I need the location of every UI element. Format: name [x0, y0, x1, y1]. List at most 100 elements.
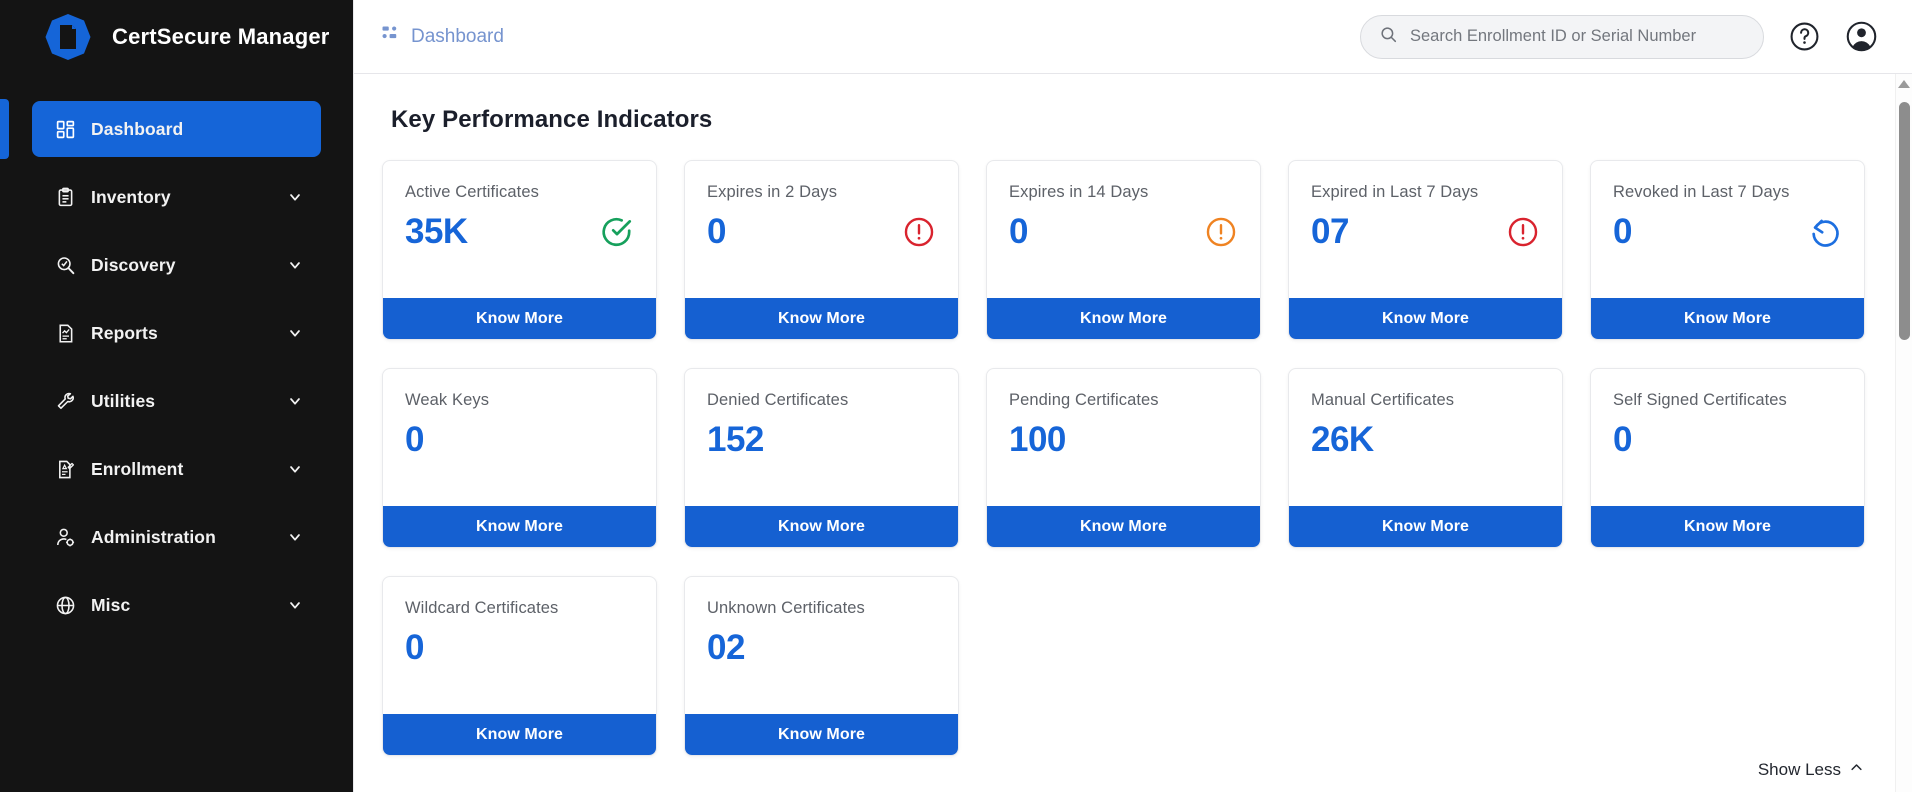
scroll-up-arrow-icon[interactable]: [1898, 80, 1910, 88]
kpi-card-row: 35K: [405, 214, 634, 251]
topbar-actions: [1360, 15, 1878, 59]
kpi-card: Expires in 2 Days 0: [684, 160, 959, 340]
know-more-button[interactable]: Know More: [1289, 298, 1562, 339]
sidebar-item-label: Reports: [91, 323, 158, 344]
kpi-card-label: Revoked in Last 7 Days: [1613, 183, 1842, 202]
kpi-card-row: 0: [405, 630, 634, 667]
know-more-button[interactable]: Know More: [685, 506, 958, 547]
sidebar-item-label: Inventory: [91, 187, 171, 208]
scrollbar-thumb[interactable]: [1899, 102, 1910, 340]
know-more-button[interactable]: Know More: [987, 298, 1260, 339]
know-more-button[interactable]: Know More: [685, 298, 958, 339]
know-more-button[interactable]: Know More: [987, 506, 1260, 547]
kpi-card-grid: Active Certificates 35K Know More: [382, 160, 1874, 756]
know-more-button[interactable]: Know More: [383, 506, 656, 547]
kpi-card: Revoked in Last 7 Days 0 Know More: [1590, 160, 1865, 340]
kpi-card-row: 0: [1613, 422, 1842, 459]
kpi-card-body: Unknown Certificates 02: [685, 577, 958, 714]
account-avatar-icon[interactable]: [1845, 20, 1878, 53]
sidebar-item-utilities[interactable]: Utilities: [32, 373, 321, 429]
kpi-card-body: Expired in Last 7 Days 07: [1289, 161, 1562, 298]
kpi-card-body: Pending Certificates 100: [987, 369, 1260, 506]
kpi-card-row: 0: [707, 214, 936, 251]
search-box[interactable]: [1360, 15, 1764, 59]
kpi-card: Denied Certificates 152 Know More: [684, 368, 959, 548]
wrench-icon: [54, 390, 76, 412]
chevron-down-icon[interactable]: [287, 597, 303, 613]
kpi-card-body: Revoked in Last 7 Days 0: [1591, 161, 1864, 298]
kpi-card-label: Denied Certificates: [707, 391, 936, 410]
chevron-down-icon[interactable]: [287, 325, 303, 341]
sidebar-item-reports[interactable]: Reports: [32, 305, 321, 361]
sidebar-item-enrollment[interactable]: Enrollment: [32, 441, 321, 497]
kpi-card-label: Wildcard Certificates: [405, 599, 634, 618]
chevron-up-icon: [1849, 760, 1864, 780]
sidebar-item-label: Discovery: [91, 255, 176, 276]
chevron-down-icon[interactable]: [287, 461, 303, 477]
sidebar: CertSecure Manager Dashboard: [0, 0, 353, 792]
sidebar-item-dashboard[interactable]: Dashboard: [32, 101, 321, 157]
know-more-button[interactable]: Know More: [1289, 506, 1562, 547]
chevron-down-icon[interactable]: [287, 393, 303, 409]
chevron-down-icon[interactable]: [287, 529, 303, 545]
report-document-icon: [54, 322, 76, 344]
chevron-down-icon[interactable]: [287, 189, 303, 205]
show-less-toggle[interactable]: Show Less: [1758, 760, 1864, 780]
sidebar-item-label: Dashboard: [91, 119, 183, 140]
show-less-label: Show Less: [1758, 760, 1841, 780]
topbar: Dashboard: [354, 0, 1912, 74]
check-circle-icon: [600, 215, 634, 249]
know-more-button[interactable]: Know More: [1591, 298, 1864, 339]
sidebar-item-inventory[interactable]: Inventory: [32, 169, 321, 225]
kpi-card: Manual Certificates 26K Know More: [1288, 368, 1563, 548]
kpi-card-value: 100: [1009, 422, 1066, 459]
kpi-card: Pending Certificates 100 Know More: [986, 368, 1261, 548]
kpi-card-value: 0: [1613, 214, 1632, 251]
kpi-card-value: 35K: [405, 214, 468, 251]
magnifier-check-icon: [54, 254, 76, 276]
kpi-card-value: 0: [1009, 214, 1028, 251]
kpi-card-value: 152: [707, 422, 764, 459]
document-pen-icon: [54, 458, 76, 480]
sidebar-item-discovery[interactable]: Discovery: [32, 237, 321, 293]
know-more-button[interactable]: Know More: [685, 714, 958, 755]
know-more-button[interactable]: Know More: [1591, 506, 1864, 547]
brand-title: CertSecure Manager: [112, 24, 330, 50]
kpi-card-row: 152: [707, 422, 936, 459]
help-circle-icon[interactable]: [1788, 20, 1821, 53]
clipboard-list-icon: [54, 186, 76, 208]
kpi-card: Expires in 14 Days 0: [986, 160, 1261, 340]
kpi-card-value: 07: [1311, 214, 1349, 251]
sidebar-item-administration[interactable]: Administration: [32, 509, 321, 565]
kpi-card: Active Certificates 35K Know More: [382, 160, 657, 340]
kpi-card-value: 0: [707, 214, 726, 251]
kpi-card: Wildcard Certificates 0 Know More: [382, 576, 657, 756]
kpi-card-body: Weak Keys 0: [383, 369, 656, 506]
kpi-card-body: Active Certificates 35K: [383, 161, 656, 298]
know-more-button[interactable]: Know More: [383, 714, 656, 755]
kpi-card-label: Expires in 2 Days: [707, 183, 936, 202]
kpi-card-body: Expires in 14 Days 0: [987, 161, 1260, 298]
breadcrumb[interactable]: Dashboard: [380, 24, 504, 50]
kpi-card-label: Self Signed Certificates: [1613, 391, 1842, 410]
kpi-card-label: Pending Certificates: [1009, 391, 1238, 410]
sidebar-item-label: Misc: [91, 595, 130, 616]
sidebar-item-label: Utilities: [91, 391, 155, 412]
brand-header: CertSecure Manager: [0, 0, 353, 74]
kpi-card-value: 0: [1613, 422, 1632, 459]
sidebar-item-misc[interactable]: Misc: [32, 577, 321, 633]
kpi-card-value: 0: [405, 422, 424, 459]
kpi-card-label: Expires in 14 Days: [1009, 183, 1238, 202]
chevron-down-icon[interactable]: [287, 257, 303, 273]
kpi-card: Self Signed Certificates 0 Know More: [1590, 368, 1865, 548]
kpi-card-body: Wildcard Certificates 0: [383, 577, 656, 714]
vertical-scrollbar[interactable]: [1895, 74, 1912, 792]
dashboard-grid-icon: [380, 24, 400, 50]
kpi-card: Unknown Certificates 02 Know More: [684, 576, 959, 756]
know-more-button[interactable]: Know More: [383, 298, 656, 339]
main-area: Dashboard: [353, 0, 1912, 792]
kpi-card: Expired in Last 7 Days 07: [1288, 160, 1563, 340]
user-gear-icon: [54, 526, 76, 548]
search-input[interactable]: [1410, 27, 1745, 46]
kpi-card-row: 0: [1613, 214, 1842, 251]
